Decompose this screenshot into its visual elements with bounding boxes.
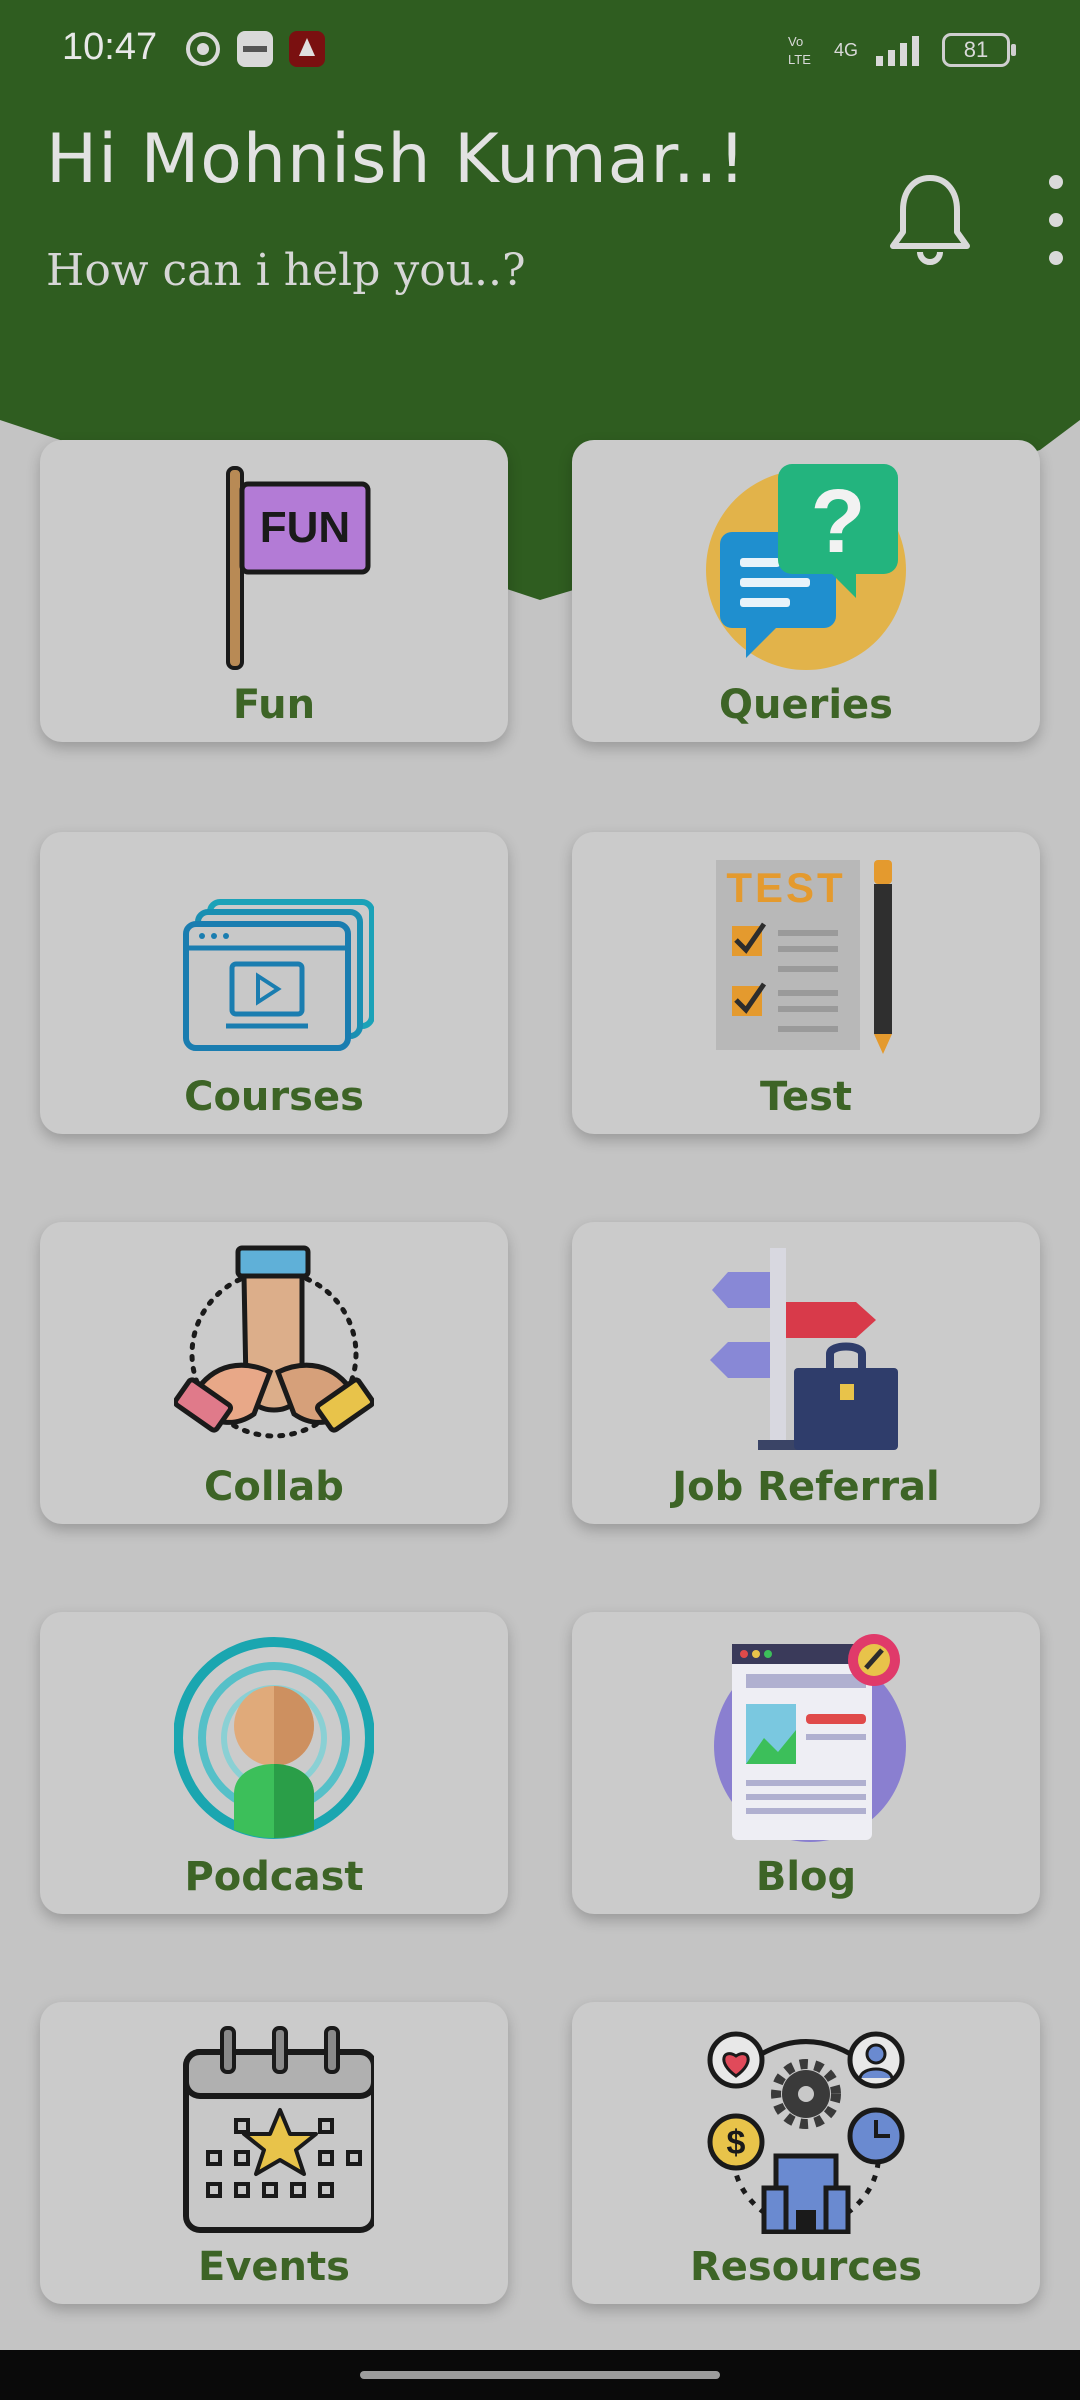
home-gesture-handle[interactable] (360, 2371, 720, 2379)
card-test[interactable]: TEST Test (572, 832, 1040, 1134)
card-podcast[interactable]: Podcast (40, 1612, 508, 1914)
status-time: 10:47 (62, 26, 158, 68)
resources-network-icon: $ (707, 2031, 905, 2234)
battery-level: 81 (963, 37, 989, 62)
card-label: Events (198, 2244, 350, 2290)
status-right: Vo LTE 4G 81 (788, 30, 1016, 70)
more-options-icon[interactable] (1045, 172, 1067, 268)
app-notification-icon (289, 31, 325, 67)
test-text: TEST (726, 864, 845, 911)
hands-together-icon (174, 1245, 374, 1439)
card-label: Job Referral (672, 1464, 940, 1510)
card-label: Test (759, 1074, 853, 1120)
svg-text:?: ? (811, 472, 866, 572)
podcast-person-icon (174, 1637, 374, 1839)
greeting-title: Hi Mohnish Kumar..! (46, 120, 747, 199)
status-bar: 10:47 Vo LTE 4G 81 (0, 0, 1080, 96)
card-collab[interactable]: Collab (40, 1222, 508, 1524)
card-queries[interactable]: ? Queries (572, 440, 1040, 742)
paytm-icon (237, 31, 273, 67)
card-label: Courses (184, 1074, 364, 1120)
svg-text:$: $ (727, 2124, 746, 2162)
calendar-star-icon (183, 2026, 374, 2233)
card-job-referral[interactable]: Job Referral (572, 1222, 1040, 1524)
chrome-icon (186, 32, 220, 66)
test-checklist-icon: TEST (716, 860, 892, 1054)
card-label: Collab (204, 1464, 344, 1510)
card-fun[interactable]: FUN Fun (40, 440, 508, 742)
network-type: 4G (833, 39, 858, 60)
card-label: Blog (755, 1854, 857, 1900)
signpost-briefcase-icon (710, 1248, 898, 1450)
greeting-subtitle: How can i help you..? (46, 245, 526, 296)
card-events[interactable]: Events (40, 2002, 508, 2304)
card-resources[interactable]: $ Resources (572, 2002, 1040, 2304)
video-course-icon (183, 899, 374, 1051)
card-blog[interactable]: Blog (572, 1612, 1040, 1914)
card-label: Resources (689, 2244, 923, 2290)
battery-indicator: 81 (942, 33, 1016, 67)
chat-question-icon: ? (706, 464, 906, 670)
card-label: Queries (719, 682, 893, 728)
svg-text:LTE: LTE (788, 52, 811, 67)
svg-text:Vo: Vo (788, 34, 803, 49)
notification-bell-icon[interactable] (885, 170, 975, 270)
flag-text: FUN (260, 503, 350, 552)
volte-icon: Vo LTE (788, 34, 811, 67)
card-label: Podcast (184, 1854, 364, 1900)
card-label: Fun (232, 682, 316, 728)
signal-icon (876, 36, 919, 66)
blog-webpage-icon (714, 1634, 906, 1842)
fun-flag-icon: FUN (226, 466, 371, 670)
card-courses[interactable]: Courses (40, 832, 508, 1134)
